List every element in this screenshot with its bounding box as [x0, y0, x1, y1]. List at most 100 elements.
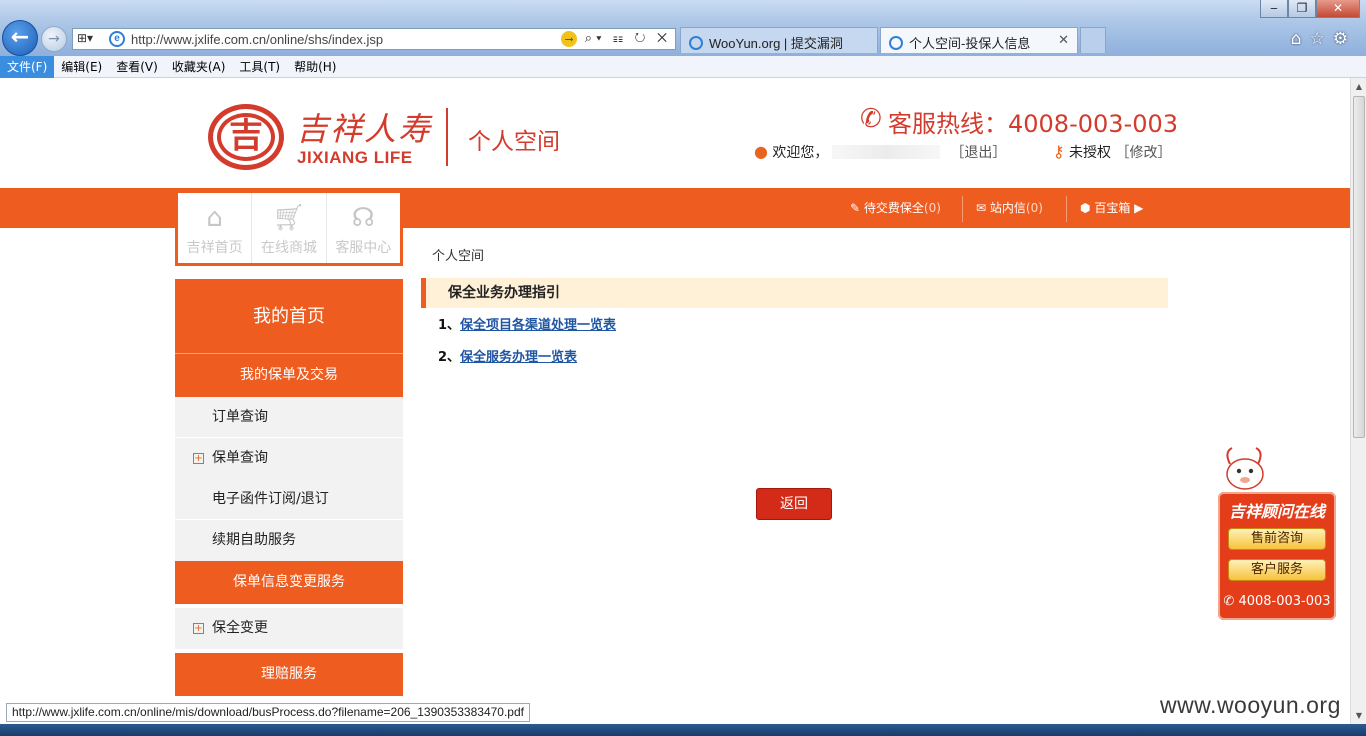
advisor-widget: 吉祥顾问在线 售前咨询 客户服务 ✆ 4008-003-003 — [1218, 444, 1336, 620]
advisor-phone-number: 4008-003-003 — [1238, 594, 1331, 609]
sidebar-home[interactable]: 我的首页 — [175, 279, 403, 354]
nav-toolbox-label: 百宝箱 — [1094, 201, 1131, 215]
compat-indicator-icon[interactable]: ⭢ — [561, 31, 578, 47]
star-icon[interactable]: ☆ — [1310, 29, 1333, 49]
nav-tab-home[interactable]: ⌂ 吉祥首页 — [178, 193, 253, 263]
sidebar-item-email-subscription[interactable]: 电子函件订阅/退订 — [175, 479, 403, 520]
nav-toolbox[interactable]: ⬢ 百宝箱 ▶ — [1080, 199, 1143, 219]
sidebar-item-preservation-change[interactable]: + 保全变更 — [175, 608, 403, 649]
menu-tools[interactable]: 工具(T) — [232, 56, 287, 78]
cart-icon: 🛒︎ — [272, 203, 306, 233]
nav-pending-payment[interactable]: ✎ 待交费保全(0) — [850, 199, 941, 219]
sidebar-item-label: 电子函件订阅/退订 — [212, 491, 329, 507]
guide-item-number: 2、 — [438, 350, 461, 365]
modify-link[interactable]: ［修改］ — [1116, 145, 1172, 161]
nav-tab-label: 客服中心 — [335, 240, 392, 256]
tab-label: WooYun.org | 提交漏洞 — [709, 36, 843, 51]
home-icon[interactable]: ⌂ — [1291, 29, 1310, 49]
nav-divider — [1066, 196, 1067, 222]
sidebar-item-label: 续期自助服务 — [212, 532, 296, 548]
mail-icon: ✉ — [976, 201, 987, 215]
menu-view[interactable]: 查看(V) — [109, 56, 165, 78]
nav-tabs: ⌂ 吉祥首页 🛒︎ 在线商城 ☊ 客服中心 — [175, 190, 403, 266]
box-icon: ⬢ — [1080, 201, 1091, 215]
scroll-thumb[interactable] — [1353, 96, 1365, 438]
phone-icon: ✆ — [1223, 594, 1235, 609]
browser-tab-wooyun[interactable]: WooYun.org | 提交漏洞 — [680, 27, 878, 53]
user-icon: ● — [754, 142, 768, 161]
nav-tab-label: 在线商城 — [260, 240, 317, 256]
sidebar-section-policies[interactable]: 我的保单及交易 — [175, 354, 403, 397]
guide-item-number: 1、 — [438, 318, 461, 333]
guide-list-item: 1、保全项目各渠道处理一览表 — [438, 314, 616, 333]
status-bar-url: http://www.jxlife.com.cn/online/mis/down… — [6, 703, 530, 722]
logo-chinese[interactable]: 吉祥人寿 — [296, 104, 432, 150]
scroll-down-icon[interactable]: ▼ — [1351, 707, 1366, 724]
site-header: 吉 吉祥人寿 JIXIANG LIFE 个人空间 ✆ 客服热线：4008-003… — [0, 78, 1350, 188]
ie-tab-icon — [689, 36, 703, 50]
sidebar-section-policy-change[interactable]: 保单信息变更服务 — [175, 561, 403, 604]
ie-page-icon: e — [109, 31, 125, 47]
menu-favorites[interactable]: 收藏夹(A) — [165, 56, 233, 78]
guide-link-channels[interactable]: 保全项目各渠道处理一览表 — [460, 318, 616, 333]
sidebar-item-renewal[interactable]: 续期自助服务 — [175, 520, 403, 561]
sidebar-item-policy-query[interactable]: + 保单查询 — [175, 438, 403, 479]
nav-messages-label: 站内信 — [989, 201, 1026, 215]
expand-icon[interactable]: + — [193, 453, 204, 464]
os-taskbar — [0, 724, 1366, 736]
customer-service-button[interactable]: 客户服务 — [1228, 559, 1326, 581]
logo-seal-icon[interactable]: 吉 — [208, 104, 284, 170]
compat-view-icon[interactable]: ⊞▾ — [77, 31, 103, 47]
headset-icon: ☊ — [351, 203, 375, 233]
logo-english[interactable]: JIXIANG LIFE — [297, 148, 413, 168]
logout-link[interactable]: ［退出］ — [950, 145, 1006, 161]
edit-icon: ✎ — [850, 201, 861, 215]
play-arrow-icon: ▶ — [1134, 201, 1144, 215]
close-tab-icon[interactable]: ✕ — [1058, 32, 1069, 48]
username-redacted — [832, 145, 941, 159]
nav-messages[interactable]: ✉ 站内信(0) — [976, 199, 1043, 219]
new-tab-button[interactable] — [1080, 27, 1106, 53]
sidebar-section-claims[interactable]: 理赔服务 — [175, 653, 403, 696]
address-tools[interactable]: ⭢ ⌕▾ ☷ ↻ ✕ — [561, 30, 671, 47]
page-scrollbar[interactable]: ▲ ▼ — [1350, 78, 1366, 724]
sidebar-item-label: 保单查询 — [212, 450, 268, 466]
menu-help[interactable]: 帮助(H) — [287, 56, 343, 78]
guide-link-services[interactable]: 保全服务办理一览表 — [460, 350, 577, 365]
menu-file[interactable]: 文件(F) — [0, 56, 55, 78]
browser-toolbar-icons: ⌂☆⚙ — [1291, 29, 1356, 49]
back-arrow-icon[interactable]: ← — [2, 20, 38, 56]
guide-list-item: 2、保全服务办理一览表 — [438, 346, 577, 365]
nav-tab-mall[interactable]: 🛒︎ 在线商城 — [252, 193, 327, 263]
auth-status: 未授权 — [1069, 145, 1112, 161]
browser-titlebar: ← → ⊞▾ e http://www.jxlife.com.cn/online… — [0, 0, 1366, 56]
sidebar: 我的首页 我的保单及交易 订单查询 + 保单查询 电子函件订阅/退订 续期自助服务… — [175, 279, 403, 696]
sidebar-item-label: 订单查询 — [212, 409, 268, 425]
breadcrumb: 个人空间 — [432, 249, 485, 264]
expand-icon[interactable]: + — [193, 623, 204, 634]
site-title: 个人空间 — [468, 129, 560, 155]
address-url[interactable]: http://www.jxlife.com.cn/online/shs/inde… — [131, 32, 383, 47]
nav-pending-label: 待交费保全 — [863, 201, 924, 215]
sidebar-item-order-query[interactable]: 订单查询 — [175, 397, 403, 438]
forward-arrow-icon[interactable]: → — [41, 26, 67, 52]
presales-consult-button[interactable]: 售前咨询 — [1228, 528, 1326, 550]
nav-tab-label: 吉祥首页 — [186, 240, 243, 256]
goat-mascot-icon — [1226, 447, 1264, 490]
minimize-icon[interactable]: ‒ — [1260, 0, 1288, 18]
address-bar[interactable]: ⊞▾ e http://www.jxlife.com.cn/online/shs… — [72, 28, 676, 50]
nav-pending-count: (0) — [923, 201, 941, 215]
user-info: ● 欢迎您， ［退出］ ⚷ 未授权 ［修改］ — [754, 142, 1172, 162]
maximize-icon[interactable]: ❐ — [1288, 0, 1316, 18]
hotline-text: 客服热线：4008-003-003 — [888, 110, 1179, 138]
close-window-icon[interactable]: ✕ — [1316, 0, 1360, 18]
menu-edit[interactable]: 编辑(E) — [54, 56, 109, 78]
back-button[interactable]: 返回 — [756, 488, 832, 520]
gear-icon[interactable]: ⚙ — [1333, 29, 1356, 49]
phone-icon: ✆ — [860, 104, 882, 134]
welcome-text: 欢迎您， — [772, 145, 829, 161]
key-icon: ⚷ — [1052, 142, 1065, 161]
scroll-up-icon[interactable]: ▲ — [1351, 78, 1366, 95]
nav-tab-service[interactable]: ☊ 客服中心 — [327, 193, 400, 263]
browser-tab-personal-space[interactable]: 个人空间-投保人信息 ✕ — [880, 27, 1078, 53]
